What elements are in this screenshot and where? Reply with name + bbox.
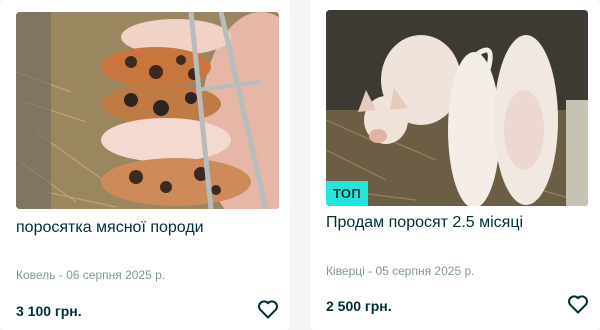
listing-card[interactable]: поросятка мясної породи Ковель - 06 серп… <box>0 0 290 330</box>
listing-card[interactable]: ТОП Продам поросят 2.5 місяці Ківерці - … <box>310 0 600 330</box>
listing-price: 3 100 грн. <box>16 303 82 319</box>
listing-grid: поросятка мясної породи Ковель - 06 серп… <box>0 0 600 330</box>
piglets-photo <box>16 12 279 209</box>
heart-outline-icon[interactable] <box>566 292 590 316</box>
listing-location-date: Ковель - 06 серпня 2025 р. <box>16 268 166 282</box>
listing-title[interactable]: поросятка мясної породи <box>16 218 204 238</box>
top-badge: ТОП <box>326 181 368 206</box>
pigs-photo <box>326 10 588 206</box>
listing-photo[interactable] <box>16 12 279 209</box>
listing-title[interactable]: Продам поросят 2.5 місяці <box>326 213 523 233</box>
heart-outline-icon[interactable] <box>256 297 280 321</box>
listing-location-date: Ківерці - 05 серпня 2025 р. <box>326 264 475 278</box>
listing-price: 2 500 грн. <box>326 298 392 314</box>
listing-photo[interactable]: ТОП <box>326 10 588 206</box>
